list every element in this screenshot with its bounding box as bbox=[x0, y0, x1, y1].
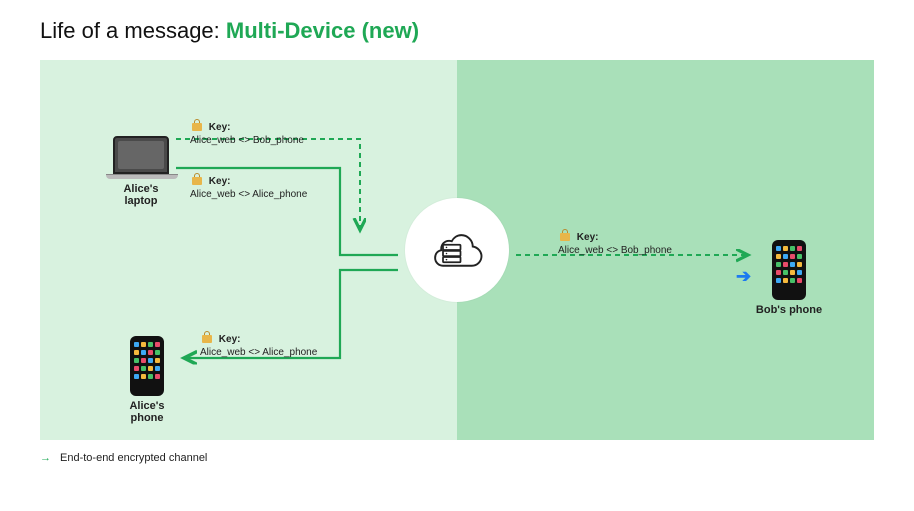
server-node bbox=[405, 198, 509, 302]
alice-phone: Alice's phone bbox=[118, 336, 176, 424]
title-emph: Multi-Device (new) bbox=[226, 18, 419, 43]
lock-icon bbox=[190, 172, 204, 186]
legend-arrow-icon: → bbox=[40, 452, 52, 464]
lock-icon bbox=[200, 330, 214, 344]
server-cloud-icon bbox=[422, 224, 492, 276]
legend-text: End-to-end encrypted channel bbox=[60, 452, 207, 464]
bob-phone-label: Bob's phone bbox=[754, 304, 824, 316]
alice-phone-label: Alice's phone bbox=[118, 400, 176, 424]
title-prefix: Life of a message: bbox=[40, 18, 226, 43]
key-pair-4: Alice_web <> Bob_phone bbox=[558, 245, 672, 256]
key-pair-2: Alice_web <> Alice_phone bbox=[190, 189, 307, 200]
key-pair-3: Alice_web <> Alice_phone bbox=[200, 347, 317, 358]
incoming-arrow-icon: ➔ bbox=[736, 266, 751, 287]
key-label-1: Key: Alice_web <> Bob_phone bbox=[190, 116, 304, 147]
bob-phone: ➔ Bob's phone bbox=[754, 240, 824, 316]
key-label-3: Key: Alice_web <> Alice_phone bbox=[200, 328, 317, 359]
page-title: Life of a message: Multi-Device (new) bbox=[40, 18, 419, 44]
key-label-4: Key: Alice_web <> Bob_phone bbox=[558, 226, 672, 257]
legend: → End-to-end encrypted channel bbox=[40, 452, 207, 464]
lock-icon bbox=[190, 118, 204, 132]
diagram-panel: Alice's laptop Alice's phone ➔ Bob's pho… bbox=[40, 60, 874, 440]
lock-icon bbox=[558, 228, 572, 242]
key-pair-1: Alice_web <> Bob_phone bbox=[190, 135, 304, 146]
laptop-icon bbox=[113, 136, 169, 174]
phone-icon bbox=[130, 336, 164, 396]
alice-laptop-label: Alice's laptop bbox=[106, 183, 176, 207]
phone-icon bbox=[772, 240, 806, 300]
alice-laptop: Alice's laptop bbox=[106, 136, 176, 207]
key-label-2: Key: Alice_web <> Alice_phone bbox=[190, 170, 307, 201]
